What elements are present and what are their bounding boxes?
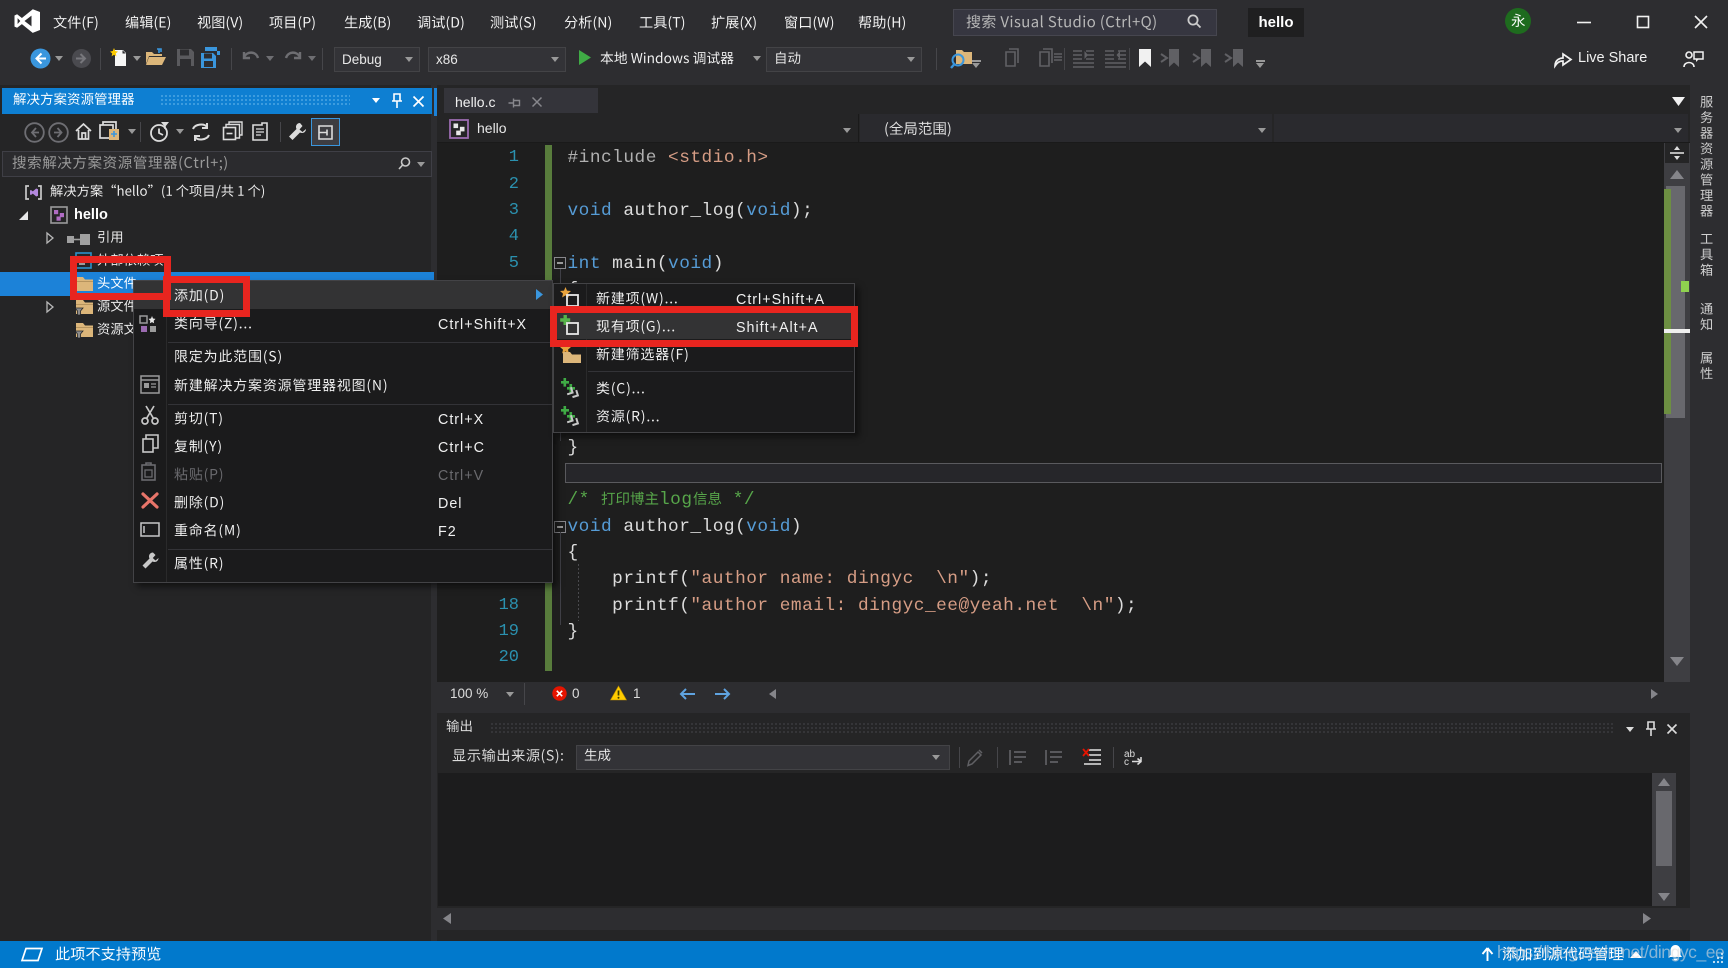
svg-text:c: c: [1124, 757, 1129, 768]
